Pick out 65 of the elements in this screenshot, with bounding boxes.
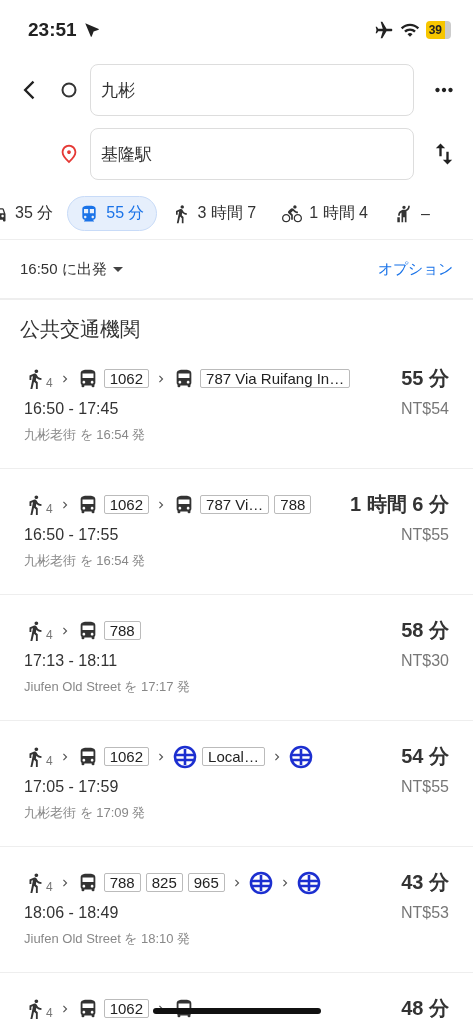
line-number: 788 [103, 873, 141, 892]
line-number: 1062 [103, 369, 150, 388]
route-item[interactable]: 4 788 58 分 17:13 - 18:11 NT$30 Jiufen Old Street を 17:17 発 [0, 595, 473, 721]
line-number: Local… [202, 747, 265, 766]
route-fare: NT$55 [400, 778, 449, 796]
walk-duration: 4 [46, 879, 53, 894]
route-item[interactable]: 4 1062 787 Via Ruifang In… 55 分 16:50 - 17:45 NT$54 九彬老街 を 16:54 発 [0, 343, 473, 469]
battery-icon: 39 [425, 21, 451, 39]
walk-duration: 4 [46, 375, 53, 390]
route-item[interactable]: 4 788 825 965 43 分 18:06 - 18:49 NT$53 Jiufen Old Street を 18:10 発 [0, 847, 473, 973]
line-number: 788 [274, 495, 312, 514]
route-times: 17:13 - 18:11 [24, 652, 118, 670]
railway-logo-icon [288, 744, 313, 769]
route-duration: 54 分 [401, 744, 449, 769]
departure-info: Jiufen Old Street を 18:10 発 [24, 930, 192, 948]
route-fare: NT$30 [400, 652, 449, 670]
destination-field[interactable]: 基隆駅 [90, 128, 414, 180]
travel-mode-tab[interactable]: 35 分 [0, 196, 66, 231]
walk-duration: 4 [46, 753, 53, 768]
line-number: 1062 [103, 495, 150, 514]
line-number: 787 Via Ruifang In… [200, 369, 351, 388]
route-fare: NT$55 [400, 526, 449, 544]
line-number: 787 Vi… [200, 495, 270, 514]
route-duration: 48 分 [401, 996, 449, 1021]
walk-duration: 4 [46, 627, 53, 642]
route-fare: NT$53 [400, 904, 449, 922]
walk-duration: 4 [46, 1005, 53, 1020]
section-title: 公共交通機関 [19, 317, 141, 342]
route-times: 17:05 - 17:59 [24, 778, 119, 796]
dropdown-caret-icon [112, 266, 123, 272]
line-number: 788 [103, 621, 141, 640]
departure-info: Jiufen Old Street を 17:17 発 [24, 678, 192, 696]
route-duration: 43 分 [401, 870, 449, 895]
airplane-icon [373, 20, 394, 40]
location-arrow-icon [82, 21, 101, 39]
origin-circle-icon [61, 82, 77, 98]
line-number: 825 [145, 873, 183, 892]
line-number: 1062 [103, 999, 150, 1018]
line-number: 1062 [103, 747, 150, 766]
route-times: 18:06 - 18:49 [24, 904, 119, 922]
travel-mode-tab[interactable]: – [381, 196, 442, 231]
travel-mode-tab[interactable]: 1 時間 4 [270, 196, 380, 231]
railway-logo-icon [296, 870, 321, 895]
bicycle-icon [282, 203, 303, 224]
departure-time-dropdown[interactable]: 16:50 に出発 [20, 259, 123, 279]
route-times: 16:50 - 17:45 [24, 400, 119, 418]
departure-info: 九彬老街 を 16:54 発 [24, 426, 147, 444]
route-fare: NT$54 [400, 400, 449, 418]
route-duration: 1 時間 6 分 [350, 492, 449, 517]
travel-mode-tab[interactable]: 55 分 [67, 196, 157, 231]
travel-mode-tab[interactable]: 3 時間 7 [158, 196, 269, 231]
line-number: 965 [187, 873, 225, 892]
railway-logo-icon [248, 870, 273, 895]
walk-duration: 4 [46, 501, 53, 516]
origin-field[interactable]: 九彬 [90, 64, 414, 116]
route-item[interactable]: 4 1062 787 Vi… 788 1 時間 6 分 16:50 - 17:55 NT$55 九彬老街 を 16:54 発 [0, 469, 473, 595]
route-duration: 58 分 [401, 618, 449, 643]
route-item[interactable]: 4 1062 Local… 54 分 17:05 - 17:59 NT$55 九彬老街 を 17:09 発 [0, 721, 473, 847]
departure-info: 九彬老街 を 17:09 発 [24, 804, 147, 822]
departure-info: 九彬老街 を 16:54 発 [24, 552, 147, 570]
options-link[interactable]: オプション [378, 259, 453, 279]
route-times: 16:50 - 17:55 [24, 526, 119, 544]
route-duration: 55 分 [401, 366, 449, 391]
status-time: 23:51 [28, 19, 77, 41]
railway-logo-icon [173, 744, 198, 769]
